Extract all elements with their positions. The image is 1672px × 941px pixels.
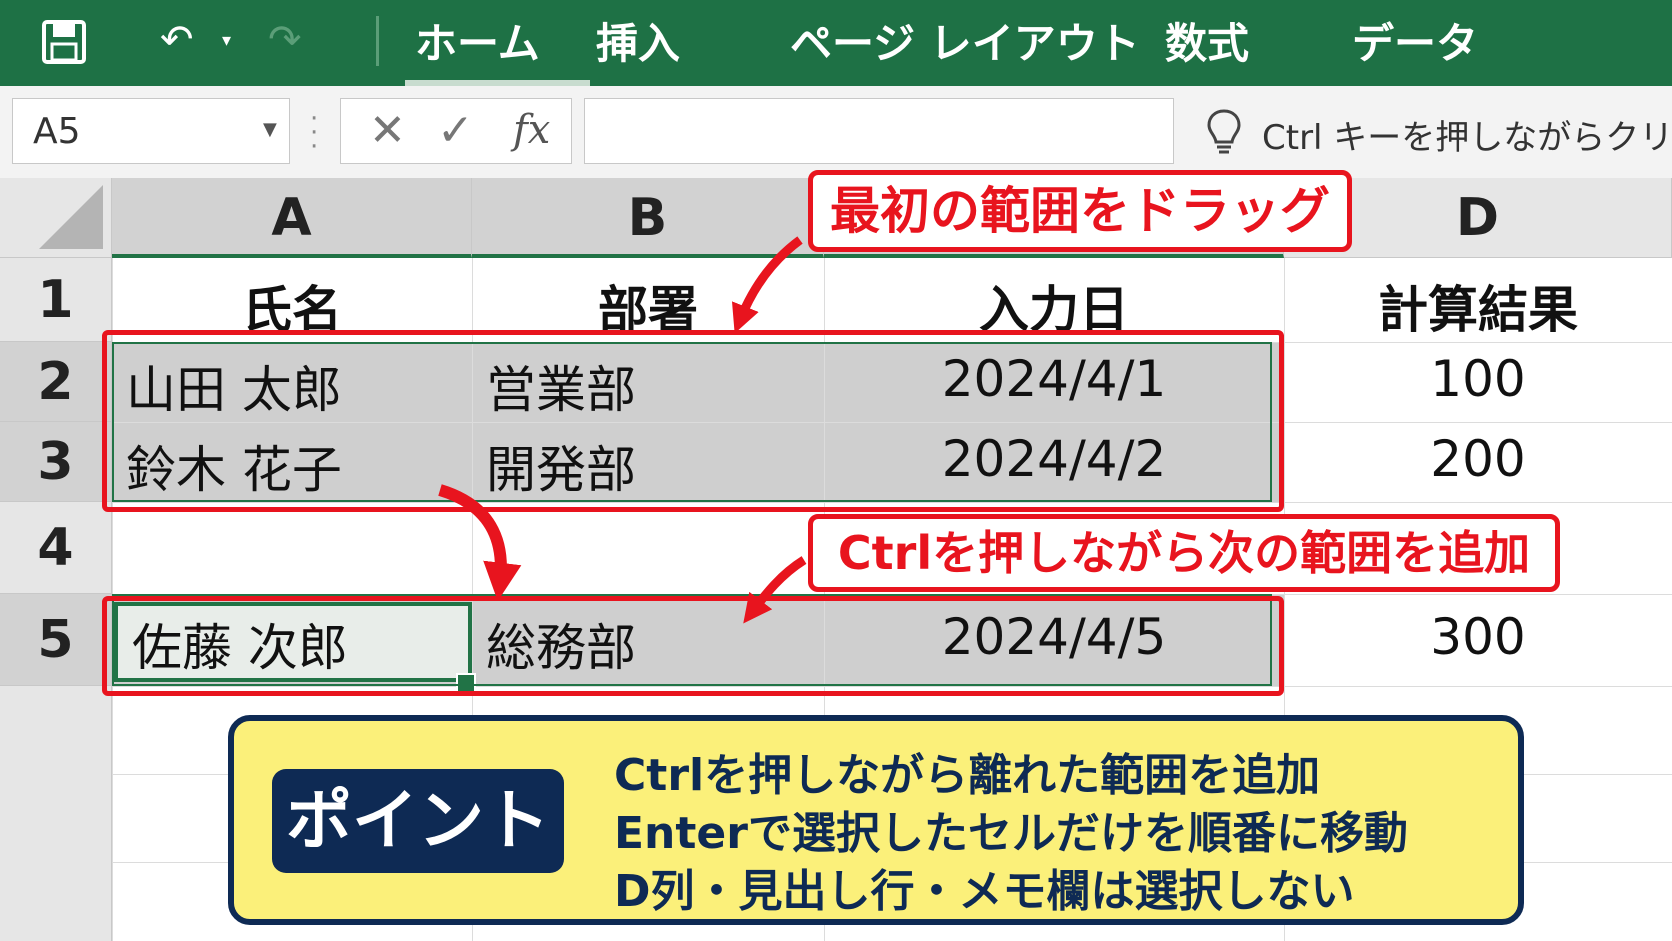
formula-input[interactable]	[584, 98, 1174, 164]
callout-first-range: 最初の範囲をドラッグ	[808, 170, 1352, 252]
column-header-b[interactable]: B	[472, 178, 824, 258]
undo-icon[interactable]: ↶	[160, 18, 194, 62]
resize-grip-icon[interactable]: · · ·	[310, 106, 318, 160]
tab-formulas[interactable]: 数式	[1165, 14, 1249, 74]
undo-dropdown-icon[interactable]: ▾	[222, 30, 231, 51]
row-header-2[interactable]: 2	[0, 342, 112, 422]
column-header-a[interactable]: A	[112, 178, 472, 258]
row-header-4[interactable]: 4	[0, 502, 112, 594]
point-line-3: D列・見出し行・メモ欄は選択しない	[614, 866, 1355, 917]
cell-d1[interactable]: 計算結果	[1284, 270, 1672, 342]
row-header-5[interactable]: 5	[0, 594, 112, 686]
point-line-2: Enterで選択したセルだけを順番に移動	[614, 808, 1408, 859]
name-box[interactable]: A5 ▼	[12, 98, 290, 164]
select-all-button[interactable]	[0, 178, 112, 258]
lightbulb-icon	[1207, 109, 1241, 154]
check-icon[interactable]: ✓	[437, 105, 474, 156]
tab-data[interactable]: データ	[1352, 14, 1478, 74]
ribbon-separator	[376, 16, 379, 66]
insert-function-icon[interactable]: fx	[513, 107, 550, 153]
highlight-box-range-2	[102, 596, 1284, 696]
chevron-down-icon[interactable]: ▼	[263, 119, 277, 140]
point-badge: ポイント	[272, 769, 564, 873]
tell-me-search[interactable]: Ctrl キーを押しながらクリック	[1262, 110, 1672, 159]
highlight-box-range-1	[102, 330, 1284, 512]
callout-ctrl-add: Ctrlを押しながら次の範囲を追加	[808, 514, 1560, 592]
row-header-3[interactable]: 3	[0, 422, 112, 502]
formula-buttons: ✕ ✓ fx	[340, 98, 572, 164]
cell-d2[interactable]: 100	[1284, 350, 1672, 408]
save-icon[interactable]	[42, 20, 86, 64]
cell-d5[interactable]: 300	[1284, 608, 1672, 666]
name-box-value: A5	[33, 111, 81, 152]
cell-d3[interactable]: 200	[1284, 430, 1672, 488]
redo-icon[interactable]: ↷	[268, 18, 302, 62]
cancel-icon[interactable]: ✕	[369, 105, 406, 156]
row-header-1[interactable]: 1	[0, 258, 112, 342]
point-box: ポイント Ctrlを押しながら離れた範囲を追加 Enterで選択したセルだけを順…	[228, 715, 1524, 925]
tab-insert[interactable]: 挿入	[596, 14, 680, 74]
point-line-1: Ctrlを押しながら離れた範囲を追加	[614, 750, 1321, 801]
formula-bar: A5 ▼ ··· ✕ ✓ fx Ctrl キーを押しながらクリック	[0, 86, 1672, 179]
ribbon: ↶ ▾ ↷ ホーム 挿入 ページ レイアウト 数式 データ	[0, 0, 1672, 86]
tab-home[interactable]: ホーム	[415, 14, 540, 74]
row-header-empty	[0, 686, 112, 941]
tab-page-layout[interactable]: ページ レイアウト	[790, 14, 1140, 74]
